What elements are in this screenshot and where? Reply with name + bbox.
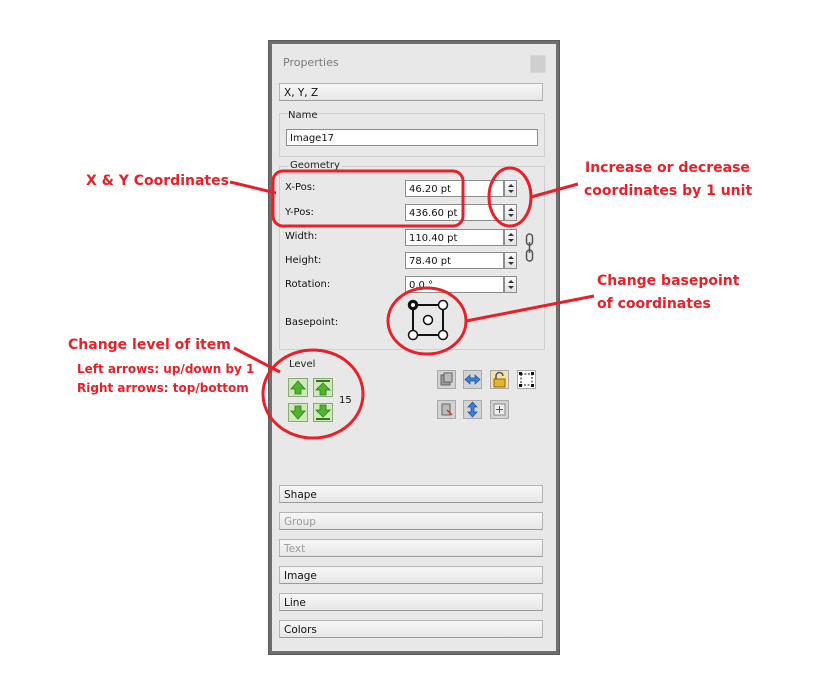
level-annotation-line2: Right arrows: top/bottom bbox=[77, 381, 249, 395]
increase-annotation-line1: Increase or decrease bbox=[585, 160, 750, 176]
spinner-pointer-line bbox=[530, 182, 579, 199]
xy-annotation: X & Y Coordinates bbox=[86, 173, 229, 189]
basepoint-pointer-line bbox=[465, 294, 595, 323]
basepoint-highlight-oval bbox=[386, 286, 468, 356]
xy-pointer-line bbox=[229, 180, 277, 195]
level-annotation-title: Change level of item bbox=[68, 337, 231, 353]
increase-annotation-line2: coordinates by 1 unit bbox=[584, 183, 753, 199]
xy-highlight-box bbox=[271, 169, 465, 228]
level-annotation-line1: Left arrows: up/down by 1 bbox=[77, 362, 255, 376]
spinner-highlight-oval bbox=[487, 166, 533, 228]
basepoint-annotation-line1: Change basepoint bbox=[597, 273, 740, 289]
level-highlight-oval bbox=[261, 348, 365, 440]
basepoint-annotation-line2: of coordinates bbox=[597, 296, 711, 312]
